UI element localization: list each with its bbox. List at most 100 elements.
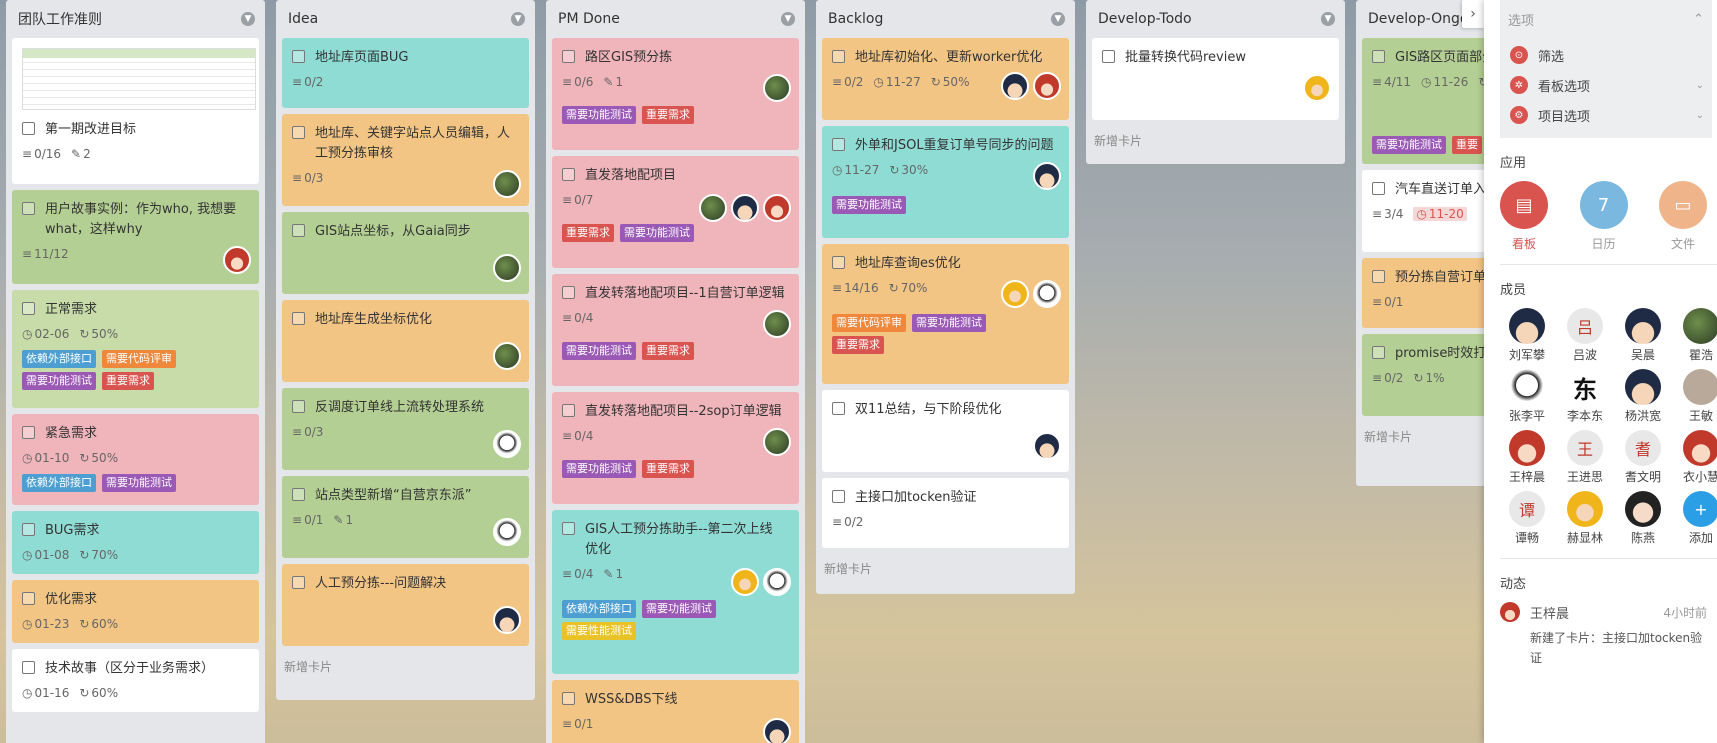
chevron-up-icon[interactable]: ⌃	[1693, 12, 1704, 27]
avatar[interactable]	[223, 246, 251, 274]
menu-item-filter[interactable]: ⊙ 筛选	[1510, 40, 1704, 70]
add-card-button[interactable]: 新增卡片	[816, 554, 1075, 589]
card[interactable]: 人工预分拣---问题解决	[282, 564, 529, 646]
card-checkbox[interactable]	[562, 522, 575, 535]
member[interactable]: 刘军攀	[1498, 308, 1556, 363]
card[interactable]: BUG需求 ◷ 01-08 ↻ 70%	[12, 511, 259, 574]
collapse-panel-button[interactable]: ›	[1462, 0, 1484, 28]
member[interactable]: 耆耆文明	[1614, 430, 1672, 485]
panel-header[interactable]: 选项 ⌃	[1500, 0, 1712, 38]
card[interactable]: 正常需求 ◷ 02-06 ↻ 50% 依赖外部接口 需要代码评审 需要功能测试 重要需…	[12, 290, 259, 408]
card[interactable]: 汽车直送订单入 ≡ 3/4 ◷ 11-20	[1362, 170, 1484, 252]
list-header[interactable]: PM Done ▼	[546, 0, 805, 38]
card-checkbox[interactable]	[292, 224, 305, 237]
card-checkbox[interactable]	[292, 50, 305, 63]
list-header[interactable]: Develop-Todo ▼	[1086, 0, 1345, 38]
avatar[interactable]	[1033, 72, 1061, 100]
card-checkbox[interactable]	[1372, 270, 1385, 283]
card[interactable]: 双11总结，与下阶段优化	[822, 390, 1069, 472]
member[interactable]: 衣小慧	[1672, 430, 1717, 485]
card-checkbox[interactable]	[832, 402, 845, 415]
app-files[interactable]: ▭ 文件	[1657, 181, 1709, 252]
avatar[interactable]	[1303, 74, 1331, 102]
member[interactable]: 瞿浩	[1672, 308, 1717, 363]
card[interactable]: 预分拣自营订单 ≡ 0/1	[1362, 258, 1484, 328]
card[interactable]: 地址库初始化、更新worker优化 ≡ 0/2 ◷ 11-27 ↻ 50%	[822, 38, 1069, 120]
avatar[interactable]	[1033, 162, 1061, 190]
card-checkbox[interactable]	[22, 202, 35, 215]
member[interactable]: 王敏	[1672, 369, 1717, 424]
card-checkbox[interactable]	[832, 138, 845, 151]
card-checkbox[interactable]	[562, 404, 575, 417]
card[interactable]: 直发落地配项目 ≡ 0/7 重要需求 需要功能测试	[552, 156, 799, 268]
card-checkbox[interactable]	[562, 692, 575, 705]
member[interactable]: 吕吕波	[1556, 308, 1614, 363]
card[interactable]: 路区GIS预分拣 ≡ 0/6 ✎ 1 需要功能测试 重要需求	[552, 38, 799, 150]
card-checkbox[interactable]	[562, 168, 575, 181]
member[interactable]: 陈燕	[1614, 491, 1672, 546]
card-checkbox[interactable]	[292, 488, 305, 501]
add-card-button[interactable]: 新增卡片	[1356, 422, 1484, 457]
chevron-down-icon[interactable]: ▼	[241, 12, 255, 26]
app-board[interactable]: ▤ 看板	[1498, 181, 1550, 252]
avatar[interactable]	[1001, 72, 1029, 100]
member[interactable]: 张李平	[1498, 369, 1556, 424]
member[interactable]: 吴晨	[1614, 308, 1672, 363]
avatar[interactable]	[763, 568, 791, 596]
card-checkbox[interactable]	[1372, 50, 1385, 63]
app-calendar[interactable]: 7 日历	[1578, 181, 1630, 252]
card-checkbox[interactable]	[22, 523, 35, 536]
card[interactable]: 直发转落地配项目--2sop订单逻辑 ≡ 0/4 需要功能测试 重要需求	[552, 392, 799, 504]
card-checkbox[interactable]	[832, 256, 845, 269]
avatar[interactable]	[493, 254, 521, 282]
chevron-down-icon[interactable]: ▼	[1321, 12, 1335, 26]
card[interactable]: 反调度订单线上流转处理系统 ≡ 0/3	[282, 388, 529, 470]
card-checkbox[interactable]	[22, 592, 35, 605]
card[interactable]: 外单和JSOL重复订单号同步的问题 ◷ 11-27 ↻ 30% 需要功能测试	[822, 126, 1069, 238]
card-checkbox[interactable]	[562, 50, 575, 63]
card[interactable]: GIS路区页面部分 ≡4/11◷11-26↻6 需要功能测试 重要	[1362, 38, 1484, 164]
member[interactable]: 王王进思	[1556, 430, 1614, 485]
card-checkbox[interactable]	[22, 426, 35, 439]
member[interactable]: 谭谭畅	[1498, 491, 1556, 546]
member[interactable]: 赫显林	[1556, 491, 1614, 546]
card-checkbox[interactable]	[1372, 346, 1385, 359]
avatar[interactable]	[763, 428, 791, 456]
add-member-button[interactable]: + 添加	[1672, 491, 1717, 546]
avatar[interactable]	[493, 342, 521, 370]
member[interactable]: 东李本东	[1556, 369, 1614, 424]
add-card-button[interactable]: 新增卡片	[1086, 126, 1345, 161]
card-checkbox[interactable]	[832, 490, 845, 503]
menu-item-board-options[interactable]: ✲ 看板选项 ⌄	[1510, 70, 1704, 100]
card[interactable]: 站点类型新增“自营京东派” ≡ 0/1 ✎ 1	[282, 476, 529, 558]
avatar[interactable]	[493, 170, 521, 198]
avatar[interactable]	[493, 430, 521, 458]
chevron-down-icon[interactable]: ▼	[781, 12, 795, 26]
card-checkbox[interactable]	[292, 400, 305, 413]
add-card-button[interactable]: 新增卡片	[276, 652, 535, 687]
avatar[interactable]	[763, 194, 791, 222]
chevron-down-icon[interactable]: ▼	[1051, 12, 1065, 26]
avatar[interactable]	[493, 606, 521, 634]
card[interactable]: 技术故事（区分于业务需求） ◷ 01-16 ↻ 60%	[12, 649, 259, 712]
avatar[interactable]	[731, 194, 759, 222]
member[interactable]: 杨洪宽	[1614, 369, 1672, 424]
card-checkbox[interactable]	[22, 302, 35, 315]
avatar[interactable]	[1033, 432, 1061, 460]
avatar[interactable]	[763, 718, 791, 743]
list-header[interactable]: Idea ▼	[276, 0, 535, 38]
card-checkbox[interactable]	[1102, 50, 1115, 63]
card[interactable]: GIS站点坐标，从Gaia同步	[282, 212, 529, 294]
avatar[interactable]	[1033, 280, 1061, 308]
card[interactable]: 优化需求 ◷ 01-23 ↻ 60%	[12, 580, 259, 643]
card[interactable]: 主接口加tocken验证 ≡ 0/2	[822, 478, 1069, 548]
card[interactable]: 地址库页面BUG ≡ 0/2	[282, 38, 529, 108]
card[interactable]: 直发转落地配项目--1自营订单逻辑 ≡ 0/4 需要功能测试 重要需求	[552, 274, 799, 386]
list-header[interactable]: 团队工作准则 ▼	[6, 0, 265, 38]
card[interactable]: 地址库查询es优化 ≡ 14/16 ↻ 70% 需要代码评审 需要功能测试 重要需求	[822, 244, 1069, 384]
chevron-down-icon[interactable]: ▼	[511, 12, 525, 26]
avatar[interactable]	[493, 518, 521, 546]
menu-item-project-options[interactable]: ⚙ 项目选项 ⌄	[1510, 100, 1704, 130]
avatar[interactable]	[763, 74, 791, 102]
card[interactable]: 第一期改进目标 ≡ 0/16 ✎ 2	[12, 38, 259, 184]
